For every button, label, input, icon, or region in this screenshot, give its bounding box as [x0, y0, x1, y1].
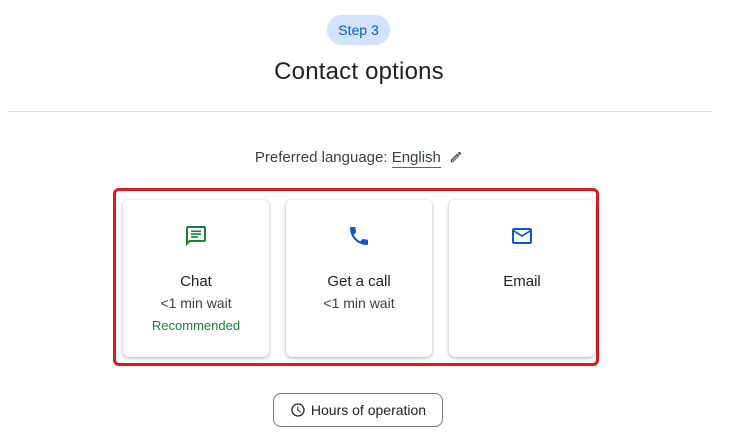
chat-option-title: Chat [180, 273, 212, 290]
call-option-card[interactable]: Get a call <1 min wait [286, 200, 432, 357]
phone-icon [286, 224, 432, 248]
recommended-badge: Recommended [151, 318, 241, 333]
email-option-title: Email [503, 273, 541, 290]
pencil-icon[interactable] [449, 150, 463, 168]
email-icon [449, 224, 595, 248]
hours-of-operation-label: Hours of operation [310, 402, 427, 418]
step-badge: Step 3 [327, 15, 390, 45]
language-link[interactable]: English [391, 149, 441, 168]
call-option-wait: <1 min wait [323, 295, 395, 311]
preferred-language-label: Preferred language: [254, 149, 388, 166]
preferred-language-row: Preferred language: English [0, 149, 718, 168]
chat-icon [123, 224, 269, 248]
clock-icon [290, 402, 306, 418]
chat-option-wait: <1 min wait [160, 295, 232, 311]
call-option-title: Get a call [327, 273, 391, 290]
divider [8, 111, 712, 112]
hours-of-operation-button[interactable]: Hours of operation [273, 393, 443, 427]
chat-option-card[interactable]: Chat <1 min wait Recommended [123, 200, 269, 357]
step-label: Step 3 [338, 22, 379, 38]
page-title: Contact options [274, 58, 444, 85]
email-option-card[interactable]: Email [449, 200, 595, 357]
